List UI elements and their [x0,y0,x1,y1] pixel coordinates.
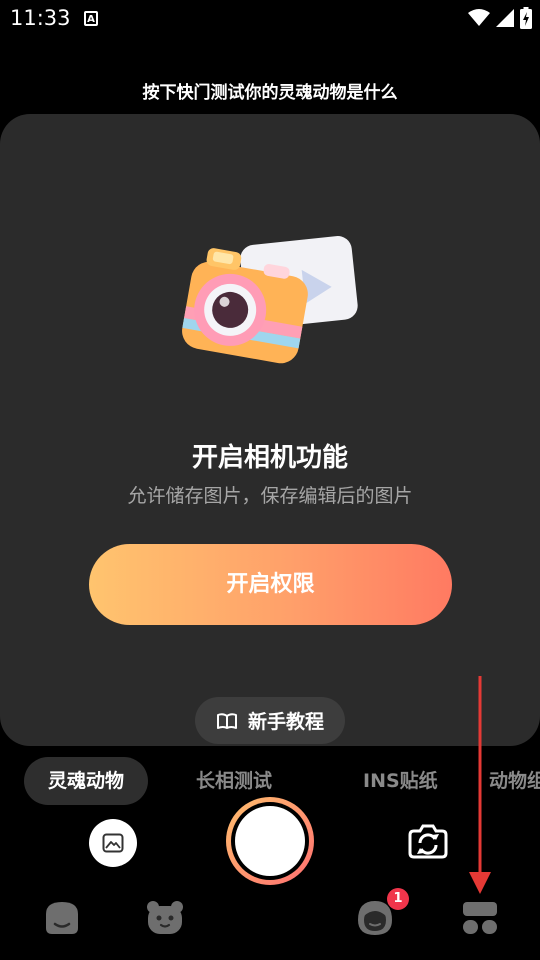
image-icon [102,833,124,853]
tab-animal-group[interactable]: 动物组 [489,757,540,805]
wifi-icon [468,9,490,26]
bottom-nav [0,890,540,950]
nav-cat-face-icon[interactable] [42,898,82,938]
annotation-arrow-down-icon [469,676,491,894]
card-title: 开启相机功能 [191,443,348,473]
card-subtitle: 允许储存图片，保存编辑后的图片 [127,485,413,507]
battery-icon [520,7,532,29]
book-icon [216,712,237,729]
camera-illustration [182,236,358,364]
system-icons [468,6,532,30]
tab-soul-animal[interactable]: 灵魂动物 [24,757,149,805]
notification-icon: A [84,11,98,26]
nav-more-grid-icon[interactable] [460,898,500,938]
tutorial-label: 新手教程 [247,711,324,733]
camera-flip-icon[interactable] [406,821,450,861]
gallery-button[interactable] [89,819,137,867]
status-bar: 11:33 A [0,0,540,36]
status-time: 11:33 [10,6,71,30]
shutter-button[interactable] [226,797,314,885]
tutorial-button[interactable]: 新手教程 [195,697,345,744]
signal-icon [496,9,514,27]
notification-badge: 1 [387,888,409,910]
nav-bear-icon[interactable] [145,898,185,938]
permission-card [0,114,540,746]
tab-ins-stickers[interactable]: INS贴纸 [363,757,438,805]
enable-permission-button[interactable]: 开启权限 [89,544,452,625]
header-prompt: 按下快门测试你的灵魂动物是什么 [142,83,398,103]
